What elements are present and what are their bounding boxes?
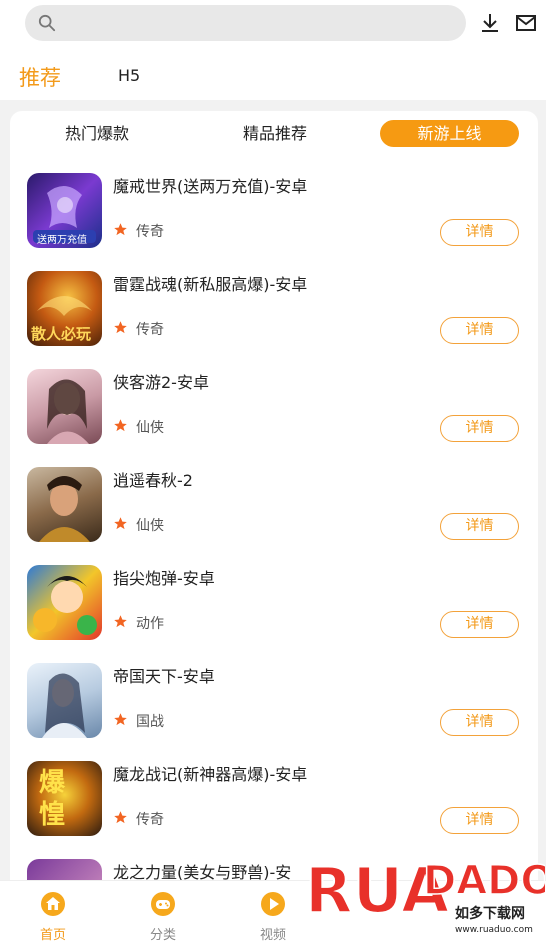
game-thumbnail[interactable] [27, 663, 102, 738]
game-thumbnail[interactable]: 爆惶 [27, 761, 102, 836]
top-bar [0, 0, 546, 50]
details-button[interactable]: 详情 [440, 317, 519, 344]
list-item[interactable]: 送两万充值 魔戒世界(送两万充值)-安卓 传奇 详情 [10, 173, 538, 271]
star-icon [114, 713, 127, 726]
nav-video[interactable]: 视频 [243, 891, 303, 942]
segment-new[interactable]: 新游上线 [380, 120, 519, 147]
download-icon[interactable] [479, 12, 501, 34]
details-button[interactable]: 详情 [440, 415, 519, 442]
gamepad-icon [151, 892, 175, 916]
thumbnail-art [39, 476, 90, 542]
game-thumbnail[interactable]: 散人必玩 [27, 271, 102, 346]
svg-text:www.ruaduo.com: www.ruaduo.com [455, 925, 533, 935]
thumbnail-text: 爆惶 [39, 768, 66, 830]
list-item[interactable]: 逍遥春秋-2 仙侠 详情 [10, 467, 538, 565]
game-name[interactable]: 帝国天下-安卓 [113, 663, 215, 687]
game-name[interactable]: 逍遥春秋-2 [113, 467, 193, 491]
play-icon [261, 892, 285, 916]
list-item[interactable]: 帝国天下-安卓 国战 详情 [10, 663, 538, 761]
svg-text:如多下载网: 如多下载网 [455, 905, 525, 922]
thumbnail-text: 送两万充值 [37, 235, 87, 246]
mail-icon[interactable] [515, 12, 537, 34]
nav-label: 首页 [39, 928, 66, 942]
game-category: 动作 [136, 616, 164, 632]
thumbnail-text: 散人必玩 [31, 325, 92, 343]
nav-label: 视频 [259, 928, 286, 942]
thumbnail-art [47, 379, 89, 444]
channel-tabs: 推荐 H5 [0, 50, 546, 100]
home-icon [41, 892, 65, 916]
game-name[interactable]: 魔龙战记(新神器高爆)-安卓 [113, 761, 307, 785]
game-name[interactable]: 魔戒世界(送两万充值)-安卓 [113, 173, 307, 197]
list-item[interactable]: 散人必玩 雷霆战魂(新私服高爆)-安卓 传奇 详情 [10, 271, 538, 369]
game-category: 国战 [136, 714, 164, 730]
game-category: 传奇 [136, 224, 164, 240]
star-icon [114, 517, 127, 530]
game-category: 传奇 [136, 322, 164, 338]
search-box[interactable] [25, 5, 466, 41]
game-thumbnail[interactable] [27, 565, 102, 640]
thumbnail-art [33, 576, 97, 635]
thumbnail-art [42, 673, 87, 738]
details-button[interactable]: 详情 [440, 219, 519, 246]
game-thumbnail[interactable] [27, 369, 102, 444]
nav-label: 分类 [149, 928, 176, 942]
star-icon [114, 419, 127, 432]
search-icon [38, 14, 56, 32]
star-icon [114, 811, 127, 824]
game-thumbnail[interactable] [27, 467, 102, 542]
game-category: 传奇 [136, 812, 164, 828]
game-category: 仙侠 [136, 420, 164, 436]
game-list-card: 热门爆款 精品推荐 新游上线 送两万充值 魔戒世界(送两万充值)-安卓 传奇 详… [10, 111, 538, 891]
game-name[interactable]: 侠客游2-安卓 [113, 369, 209, 393]
nav-category[interactable]: 分类 [133, 891, 193, 942]
game-name[interactable]: 指尖炮弹-安卓 [113, 565, 215, 589]
tab-recommend[interactable]: 推荐 [19, 62, 61, 92]
list-item[interactable]: 侠客游2-安卓 仙侠 详情 [10, 369, 538, 467]
nav-home[interactable]: 首页 [23, 891, 83, 942]
star-icon [114, 321, 127, 334]
search-input[interactable] [65, 5, 455, 41]
game-thumbnail[interactable]: 送两万充值 [27, 173, 102, 248]
star-icon [114, 615, 127, 628]
details-button[interactable]: 详情 [440, 709, 519, 736]
star-icon [114, 223, 127, 236]
watermark-logo: RUA DADO 如多下载网 www.ruaduo.com [304, 838, 546, 942]
game-category: 仙侠 [136, 518, 164, 534]
segment-hot[interactable]: 热门爆款 [50, 120, 144, 147]
details-button[interactable]: 详情 [440, 807, 519, 834]
segment-featured[interactable]: 精品推荐 [228, 120, 322, 147]
tab-h5[interactable]: H5 [118, 66, 140, 85]
game-name[interactable]: 雷霆战魂(新私服高爆)-安卓 [113, 271, 307, 295]
list-item[interactable]: 指尖炮弹-安卓 动作 详情 [10, 565, 538, 663]
details-button[interactable]: 详情 [440, 513, 519, 540]
details-button[interactable]: 详情 [440, 611, 519, 638]
svg-text:DADO: DADO [423, 858, 545, 904]
